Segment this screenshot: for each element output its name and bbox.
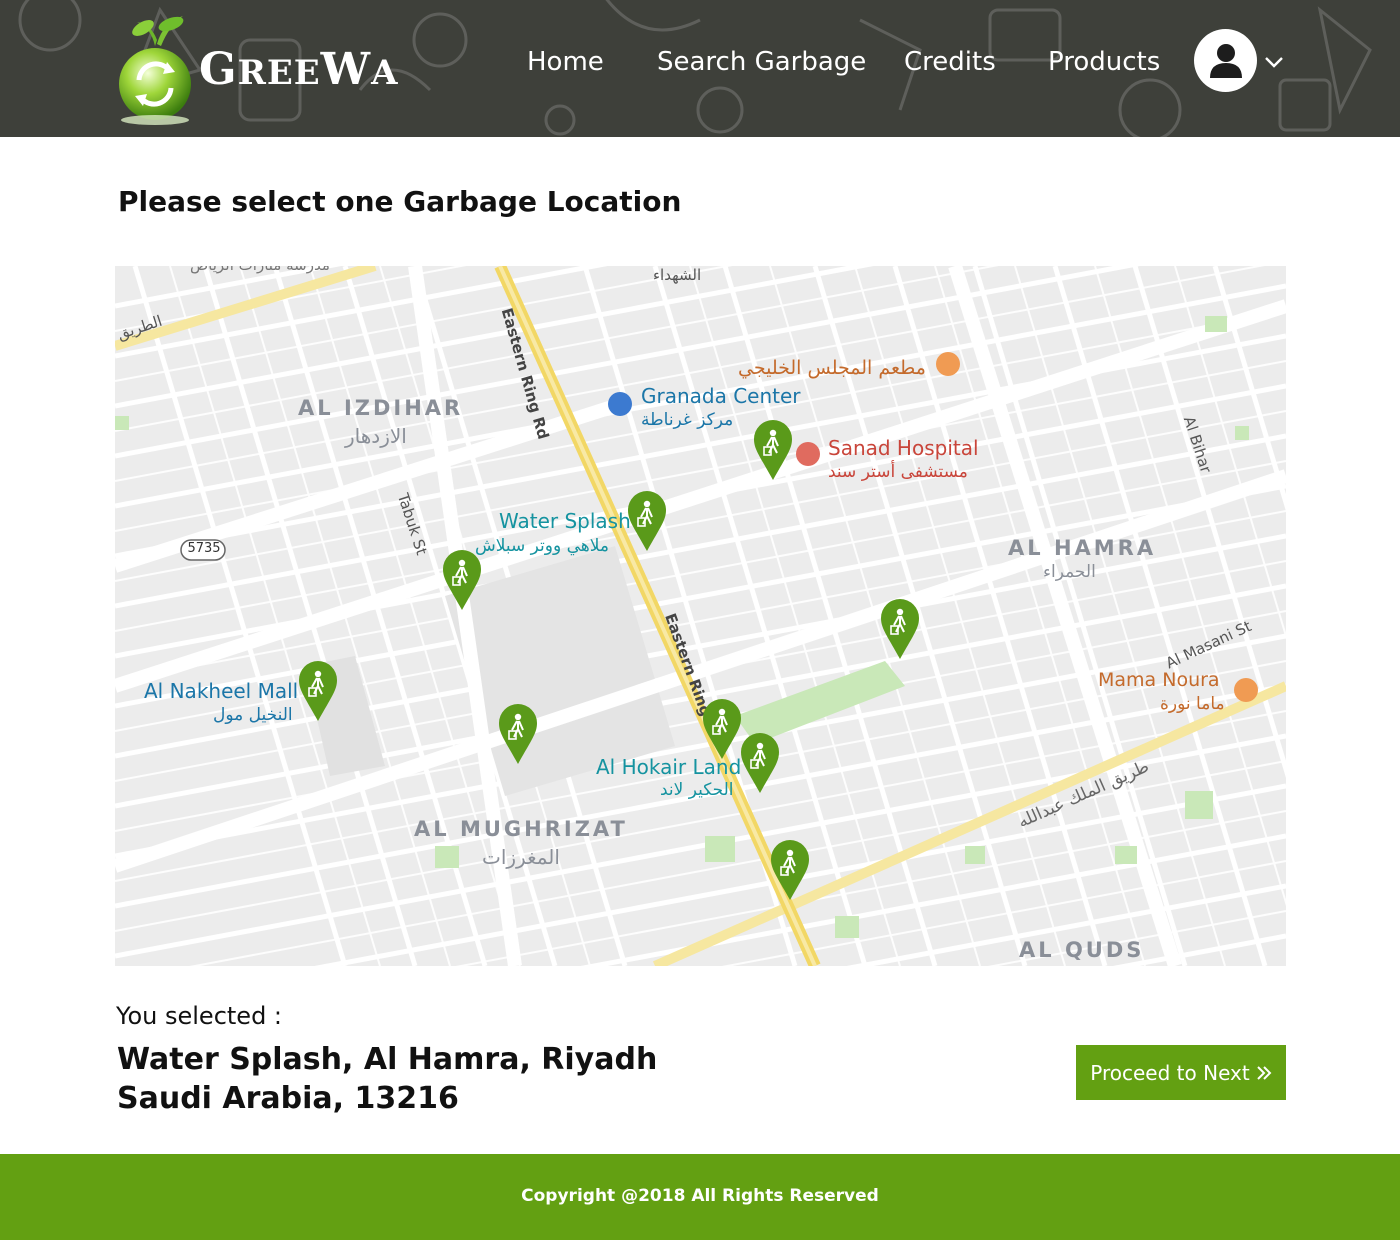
garbage-pin-icon[interactable] xyxy=(770,839,810,901)
copyright-text: Copyright @2018 All Rights Reserved xyxy=(521,1186,879,1206)
nav-products[interactable]: Products xyxy=(1048,40,1160,84)
garbage-pin-icon[interactable] xyxy=(298,660,338,722)
nav-credits[interactable]: Credits xyxy=(904,40,996,84)
garbage-pin-icon[interactable] xyxy=(442,549,482,611)
garbage-location-map[interactable]: مدرسة منارات الرياض الشهداء الطريق AL IZ… xyxy=(115,266,1286,966)
selected-address-line1: Water Splash, Al Hamra, Riyadh xyxy=(117,1042,658,1077)
proceed-to-next-button[interactable]: Proceed to Next xyxy=(1076,1045,1286,1100)
site-header: GREEWA Home Search Garbage Credits Produ… xyxy=(0,0,1400,137)
nav-home[interactable]: Home xyxy=(527,40,604,84)
chevron-down-icon[interactable] xyxy=(1264,52,1284,72)
garbage-pin-icon[interactable] xyxy=(740,732,780,794)
site-footer: Copyright @2018 All Rights Reserved xyxy=(0,1154,1400,1240)
garbage-pin-icon[interactable] xyxy=(627,490,667,552)
nav-search-garbage[interactable]: Search Garbage xyxy=(657,40,866,84)
page-title: Please select one Garbage Location xyxy=(118,185,682,218)
garbage-pin-icon[interactable] xyxy=(880,598,920,660)
user-icon xyxy=(1210,44,1242,78)
selected-address-line2: Saudi Arabia, 13216 xyxy=(117,1081,459,1116)
double-chevron-right-icon xyxy=(1256,1065,1272,1080)
garbage-pin-icon[interactable] xyxy=(753,419,793,481)
map-base-layer xyxy=(115,266,1286,966)
selected-label: You selected : xyxy=(116,1002,283,1030)
main-nav: Home Search Garbage Credits Products xyxy=(0,40,1400,84)
garbage-pin-icon[interactable] xyxy=(498,703,538,765)
garbage-pin-icon[interactable] xyxy=(702,698,742,760)
proceed-label: Proceed to Next xyxy=(1090,1060,1250,1085)
user-avatar[interactable] xyxy=(1194,29,1257,92)
